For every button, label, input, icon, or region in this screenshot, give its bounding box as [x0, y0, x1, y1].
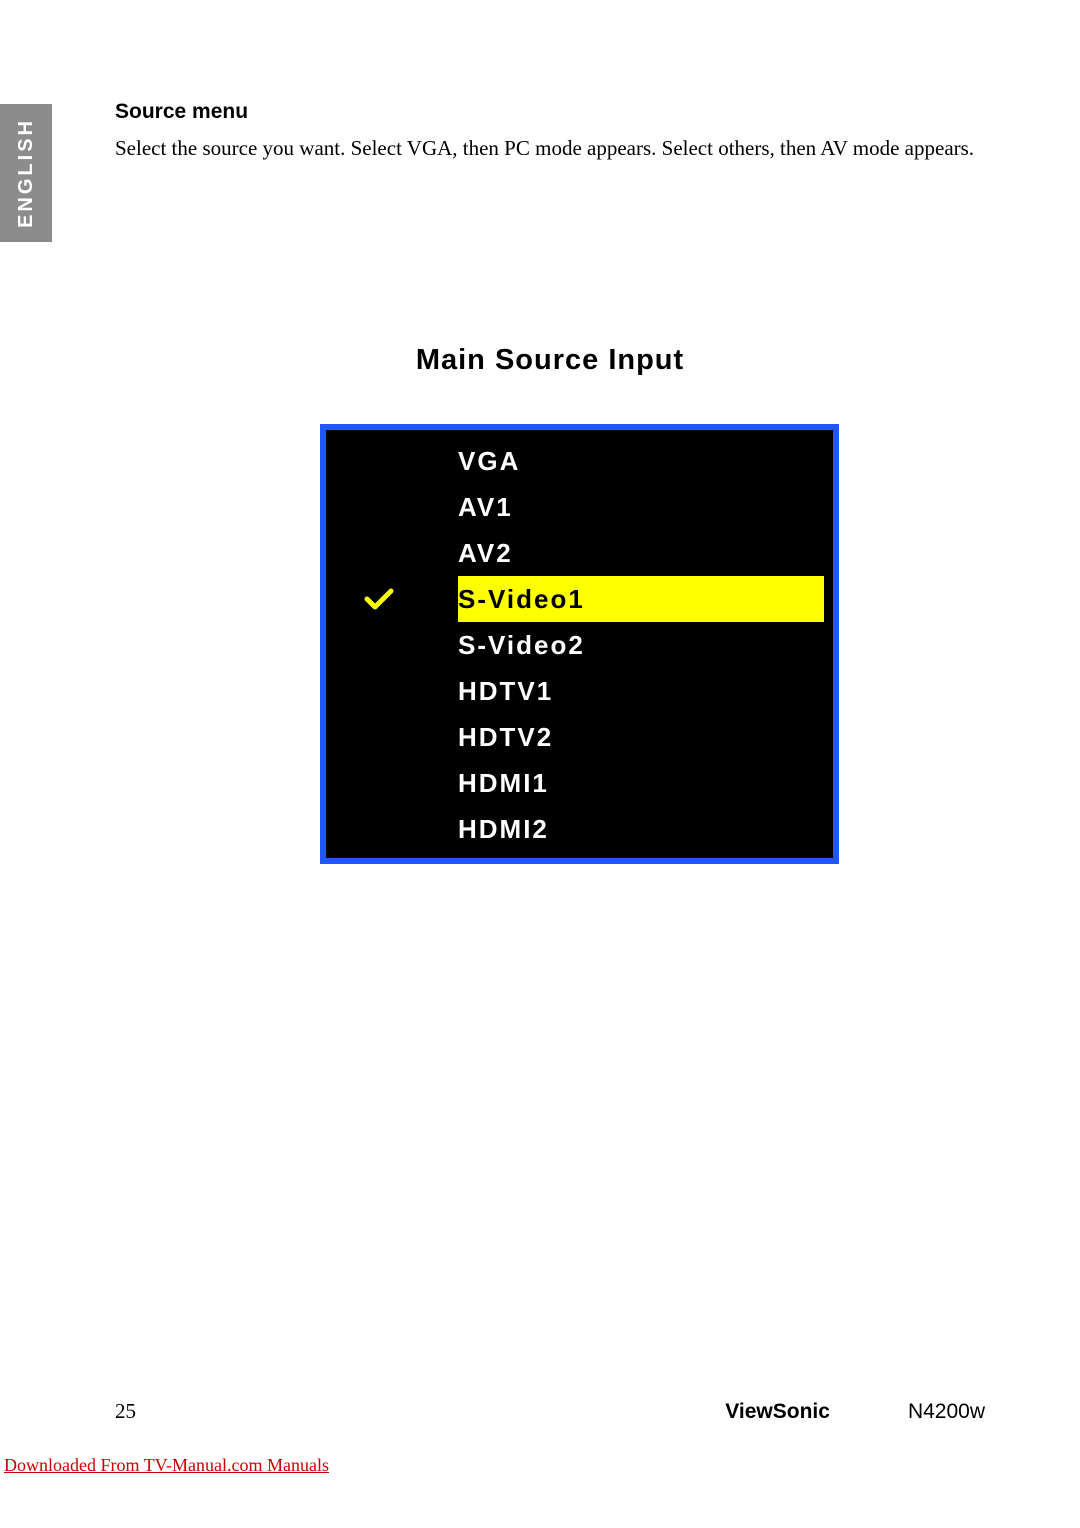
osd-title: Main Source Input: [115, 344, 985, 377]
language-tab: ENGLISH: [0, 104, 52, 242]
osd-item-hdtv1[interactable]: HDTV1: [326, 668, 833, 714]
osd-item-hdtv2[interactable]: HDTV2: [326, 714, 833, 760]
download-link[interactable]: Downloaded From TV-Manual.com Manuals: [4, 1455, 329, 1476]
osd-item-label-area: VGA: [458, 438, 824, 484]
osd-item-av2[interactable]: AV2: [326, 530, 833, 576]
osd-item-label: S-Video2: [458, 630, 585, 661]
footer-model: N4200w: [908, 1400, 985, 1424]
osd-item-svideo1[interactable]: S-Video1: [326, 576, 833, 622]
osd-item-label: HDTV1: [458, 676, 553, 707]
checkmark-icon: [364, 587, 394, 611]
osd-item-label-area: AV2: [458, 530, 824, 576]
osd-item-hdmi1[interactable]: HDMI1: [326, 760, 833, 806]
section-heading: Source menu: [115, 100, 985, 124]
page-number: 25: [115, 1399, 136, 1424]
osd-menu: VGA AV1 AV2 S-Video1 S-Vi: [320, 424, 839, 864]
footer-brand: ViewSonic: [725, 1400, 830, 1424]
osd-item-label: VGA: [458, 446, 520, 477]
osd-item-vga[interactable]: VGA: [326, 438, 833, 484]
section-body: Select the source you want. Select VGA, …: [115, 134, 985, 162]
osd-item-label: HDMI2: [458, 814, 549, 845]
language-tab-label: ENGLISH: [15, 118, 38, 228]
osd-item-label-area: HDTV2: [458, 714, 824, 760]
osd-item-av1[interactable]: AV1: [326, 484, 833, 530]
osd-item-label-area: HDMI2: [458, 806, 824, 852]
osd-item-label: AV1: [458, 492, 513, 523]
page-content: Source menu Select the source you want. …: [115, 100, 985, 162]
osd-item-label-area: HDTV1: [458, 668, 824, 714]
osd-item-hdmi2[interactable]: HDMI2: [326, 806, 833, 852]
osd-item-label: HDMI1: [458, 768, 549, 799]
osd-item-label: HDTV2: [458, 722, 553, 753]
osd-item-label: S-Video1: [458, 584, 585, 615]
osd-item-label-area: S-Video1: [458, 576, 824, 622]
osd-item-svideo2[interactable]: S-Video2: [326, 622, 833, 668]
osd-item-label: AV2: [458, 538, 513, 569]
osd-item-label-area: S-Video2: [458, 622, 824, 668]
page-footer: 25 ViewSonic N4200w: [115, 1399, 985, 1424]
osd-item-label-area: AV1: [458, 484, 824, 530]
osd-item-label-area: HDMI1: [458, 760, 824, 806]
